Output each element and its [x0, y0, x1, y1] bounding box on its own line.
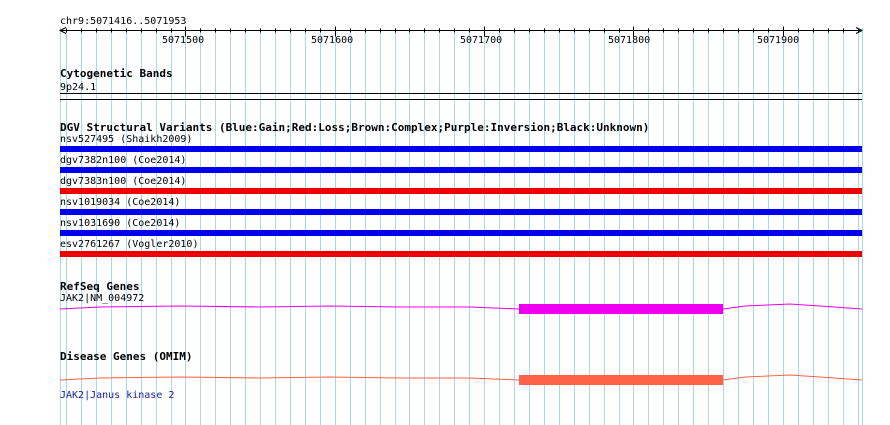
- ruler-tick-label: 5071900: [757, 35, 800, 46]
- variant-bar[interactable]: [60, 209, 862, 215]
- refseq-intron-line: [59, 305, 520, 310]
- omim-intron-line: [722, 374, 863, 381]
- ruler-tick-label: 5071600: [311, 35, 354, 46]
- refseq-gene-label[interactable]: JAK2|NM_004972: [60, 293, 144, 304]
- ruler-tick-label: 5071800: [608, 35, 651, 46]
- variant-bar[interactable]: [60, 188, 862, 194]
- variant-label[interactable]: dgv7382n100 (Coe2014): [60, 155, 186, 166]
- variant-bar[interactable]: [60, 230, 862, 236]
- variant-label[interactable]: nsv1019034 (Coe2014): [60, 197, 180, 208]
- omim-gene-label[interactable]: JAK2|Janus kinase 2: [60, 390, 174, 401]
- omim-intron-line: [59, 376, 520, 381]
- region-label: chr9:5071416..5071953: [60, 16, 187, 27]
- genome-browser-view: chr9:5071416..5071953 5071500 5071600 50…: [0, 0, 890, 425]
- dgv-track-title: DGV Structural Variants (Blue:Gain;Red:L…: [60, 121, 650, 134]
- variant-bar[interactable]: [60, 251, 862, 257]
- variant-bar[interactable]: [60, 167, 862, 173]
- ruler-tick-label: 5071700: [460, 35, 503, 46]
- variant-label[interactable]: dgv7383n100 (Coe2014): [60, 176, 186, 187]
- refseq-intron-line: [722, 303, 863, 310]
- refseq-exon-box: [519, 304, 723, 314]
- variant-label[interactable]: nsv527495 (Shaikh2009): [60, 134, 192, 145]
- omim-track-title: Disease Genes (OMIM): [60, 350, 193, 363]
- cytoband-track-title: Cytogenetic Bands: [60, 67, 173, 80]
- omim-exon-box: [519, 375, 723, 385]
- cytoband-label[interactable]: 9p24.1: [60, 82, 96, 93]
- variant-label[interactable]: nsv1031690 (Coe2014): [60, 218, 180, 229]
- variant-label[interactable]: esv2761267 (Vogler2010): [60, 239, 198, 250]
- ruler-tick-label: 5071500: [162, 35, 205, 46]
- variant-bar[interactable]: [60, 146, 862, 152]
- refseq-track-title: RefSeq Genes: [60, 280, 140, 293]
